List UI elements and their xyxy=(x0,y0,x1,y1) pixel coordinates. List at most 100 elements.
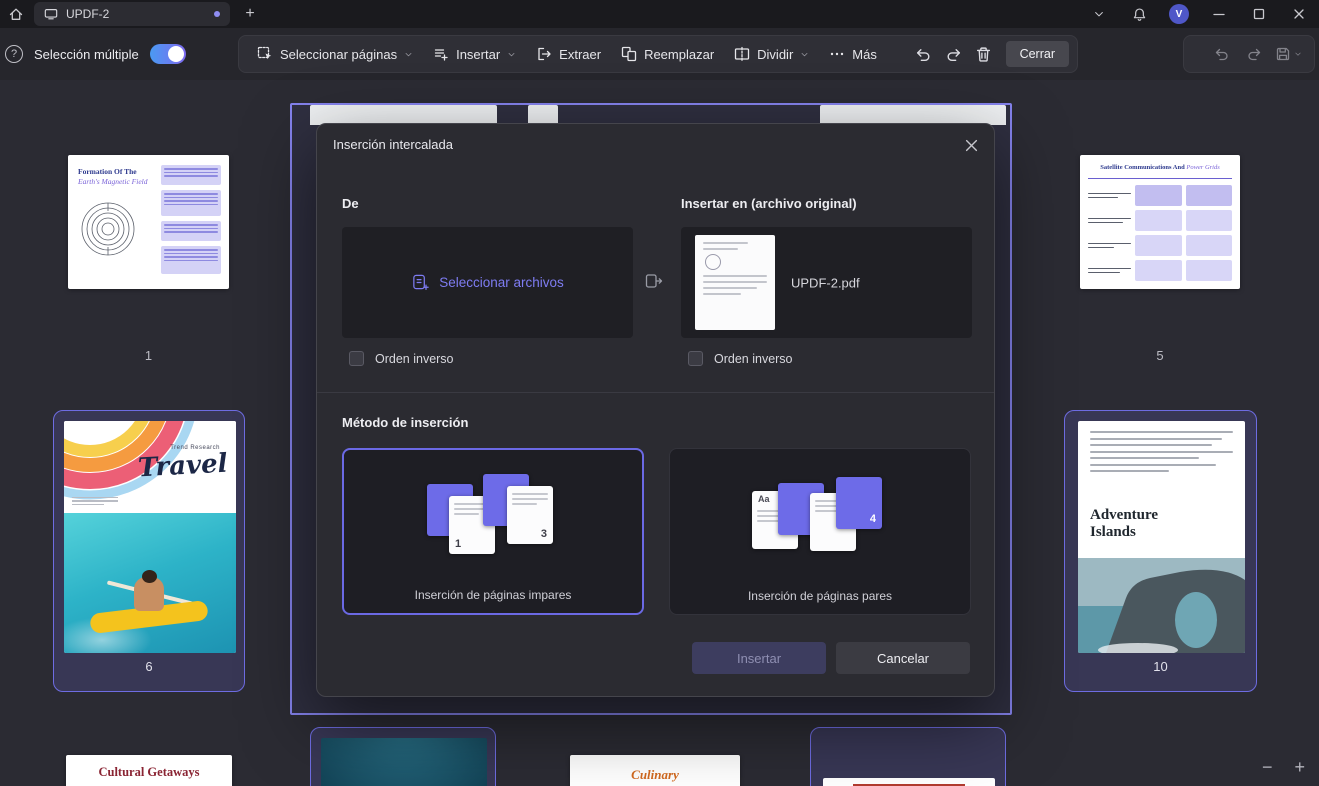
reverse-order-left-checkbox[interactable] xyxy=(349,351,364,366)
split-icon xyxy=(735,46,750,62)
odd-page-number-3: 3 xyxy=(540,528,547,540)
select-pages-icon xyxy=(257,46,272,60)
hidden-thumbnail-edge xyxy=(310,105,497,125)
page-number-6: 6 xyxy=(145,659,153,674)
updf-window: UPDF-2 + V ? Selección múltiple Seleccio… xyxy=(0,0,1319,786)
close-tool-button[interactable]: Cerrar xyxy=(1005,41,1069,67)
page10-title-line2: Islands xyxy=(1090,524,1136,541)
zoom-controls: − + xyxy=(1262,757,1305,778)
insert-button[interactable]: Insertar xyxy=(692,642,826,674)
travel-cover-top: Trend Research Travel xyxy=(64,421,236,513)
odd-insertion-option[interactable]: 1 3 Inserción de páginas impares xyxy=(342,448,644,615)
account-button[interactable]: V xyxy=(1159,0,1199,28)
page1-text-blocks xyxy=(161,165,221,279)
titlebar-menu-button[interactable] xyxy=(1079,0,1119,28)
help-button[interactable]: ? xyxy=(5,45,23,63)
page5-title-line2: Power Grids xyxy=(1186,164,1220,171)
travel-brand: Travel xyxy=(137,448,229,484)
reverse-order-left-row: Orden inverso xyxy=(349,351,454,366)
page-number-10: 10 xyxy=(1153,659,1168,674)
save-icon xyxy=(1276,47,1290,61)
page-thumbnail-partial[interactable] xyxy=(823,778,995,786)
page-thumbnail-cultural[interactable]: Cultural Getaways xyxy=(66,755,232,786)
maximize-icon xyxy=(1253,8,1265,20)
more-label: Más xyxy=(852,46,877,62)
multi-select-toggle[interactable] xyxy=(150,44,186,64)
tab-monitor-icon xyxy=(44,9,58,20)
close-window-button[interactable] xyxy=(1279,0,1319,28)
interleaved-insert-dialog: Inserción intercalada De Seleccionar arc… xyxy=(316,123,995,697)
save-button[interactable] xyxy=(1271,46,1306,62)
odd-page-number-1: 1 xyxy=(455,538,462,550)
extract-icon xyxy=(538,47,551,61)
maximize-button[interactable] xyxy=(1239,0,1279,28)
insert-label: Insertar xyxy=(456,46,501,62)
home-button[interactable] xyxy=(0,0,32,28)
page-thumbnail-5[interactable]: Satellite Communications And Power Grids xyxy=(1080,155,1240,289)
page5-rule xyxy=(1088,178,1232,179)
minimize-button[interactable] xyxy=(1199,0,1239,28)
page-card-10-selected[interactable]: Adventure Islands 10 xyxy=(1064,410,1257,692)
dialog-title: Inserción intercalada xyxy=(333,137,453,152)
replace-label: Reemplazar xyxy=(644,46,715,62)
dialog-divider xyxy=(317,392,994,393)
close-icon xyxy=(1294,9,1304,19)
select-files-dropzone[interactable]: Seleccionar archivos xyxy=(342,227,633,338)
file-plus-icon xyxy=(413,274,429,290)
zoom-in-button[interactable]: + xyxy=(1294,757,1305,778)
culinary-title-line1: Culinary xyxy=(631,767,679,782)
zoom-out-button[interactable]: − xyxy=(1262,757,1273,778)
original-filename: UPDF-2.pdf xyxy=(791,275,860,290)
page-card-6-selected[interactable]: Trend Research Travel 6 xyxy=(53,410,245,692)
dialog-close-button[interactable] xyxy=(962,136,980,154)
page-thumbnail-culinary[interactable]: Culinary Island Tours xyxy=(570,755,740,786)
page-thumbnail-6[interactable]: Trend Research Travel xyxy=(64,421,236,653)
replace-icon xyxy=(621,46,637,62)
chevron-down-icon xyxy=(1095,12,1103,17)
select-pages-button[interactable]: Seleccionar páginas xyxy=(247,39,423,69)
document-tab[interactable]: UPDF-2 xyxy=(34,2,230,26)
even-page-number-4: 4 xyxy=(869,513,876,525)
chevron-down-icon xyxy=(508,52,515,56)
underwater-photo-thumbnail[interactable] xyxy=(321,738,487,786)
even-insertion-option[interactable]: Aa 2 4 Inserción de páginas pares xyxy=(669,448,971,615)
more-button[interactable]: Más xyxy=(819,39,887,69)
cancel-button[interactable]: Cancelar xyxy=(836,642,970,674)
chevron-down-icon xyxy=(801,52,808,56)
hidden-thumbnail-edge xyxy=(820,105,1006,125)
new-tab-button[interactable]: + xyxy=(236,0,264,28)
reverse-order-left-label: Orden inverso xyxy=(375,351,454,366)
bell-icon xyxy=(1133,7,1145,21)
insert-button-toolbar[interactable]: Insertar xyxy=(423,39,526,69)
split-button[interactable]: Dividir xyxy=(724,39,819,69)
titlebar-right: V xyxy=(1079,0,1319,28)
page-card-underwater-selected[interactable] xyxy=(310,727,496,786)
hidden-thumbnail-edge xyxy=(528,105,558,125)
replace-button[interactable]: Reemplazar xyxy=(611,39,724,69)
insert-direction-icon xyxy=(645,274,663,288)
hair xyxy=(142,570,157,583)
page-thumbnail-1[interactable]: Formation Of The Earth's Magnetic Field xyxy=(68,155,229,289)
page10-title-line1: Adventure xyxy=(1090,507,1159,523)
page1-title-line2: Earth's Magnetic Field xyxy=(78,177,148,186)
page-card-selected[interactable] xyxy=(810,727,1006,786)
insert-icon xyxy=(434,49,448,61)
close-icon xyxy=(965,139,977,151)
redo-button-global[interactable] xyxy=(1239,39,1269,69)
page-thumbnail-10[interactable]: Adventure Islands xyxy=(1078,421,1245,653)
select-files-button[interactable]: Seleccionar archivos xyxy=(411,273,564,292)
cultural-title: Cultural Getaways xyxy=(98,765,200,779)
reverse-order-right-checkbox[interactable] xyxy=(688,351,703,366)
even-insertion-illustration: Aa 2 4 xyxy=(750,471,890,563)
redo-icon xyxy=(1248,48,1261,61)
redo-button[interactable] xyxy=(939,39,969,69)
chevron-down-icon xyxy=(405,52,412,56)
undo-button[interactable] xyxy=(909,39,939,69)
notifications-button[interactable] xyxy=(1119,0,1159,28)
extract-button[interactable]: Extraer xyxy=(526,39,611,69)
page10-text-lines xyxy=(1090,431,1233,477)
titlebar: UPDF-2 + V xyxy=(0,0,1319,28)
page1-title-line1: Formation Of The xyxy=(78,167,137,176)
delete-pages-button[interactable] xyxy=(969,39,999,69)
undo-button-global[interactable] xyxy=(1207,39,1237,69)
